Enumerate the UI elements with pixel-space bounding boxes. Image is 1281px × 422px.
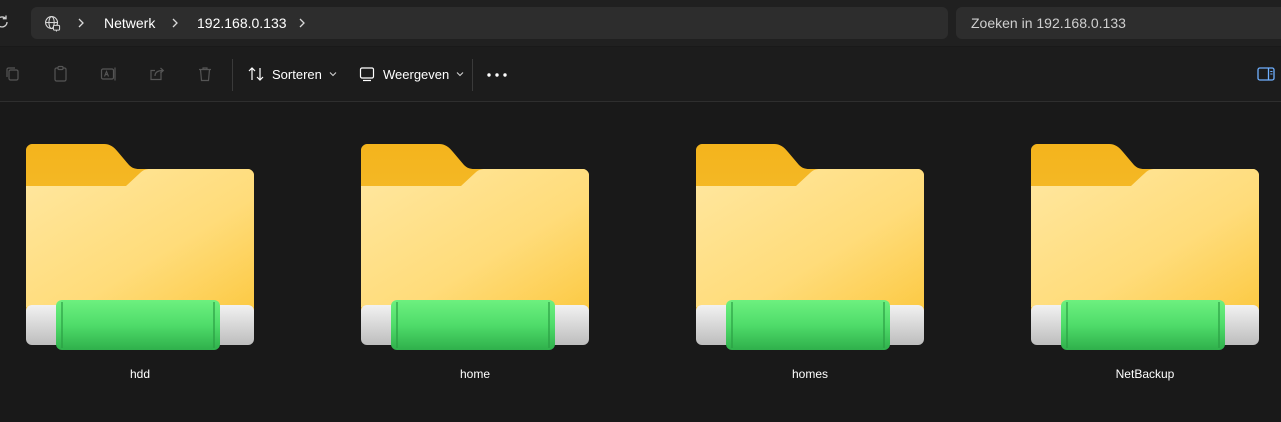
search-input[interactable] xyxy=(956,7,1256,39)
view-label: Weergeven xyxy=(383,66,450,82)
chevron-down-icon xyxy=(329,72,337,77)
breadcrumb[interactable]: Netwerk 192.168.0.133 xyxy=(31,7,948,39)
breadcrumb-item-ip[interactable]: 192.168.0.133 xyxy=(197,15,287,31)
rename-icon[interactable] xyxy=(100,65,118,83)
toolbar-separator xyxy=(472,59,473,91)
folder-item[interactable]: hdd xyxy=(26,142,256,387)
sort-button[interactable]: Sorteren xyxy=(247,59,337,89)
details-pane-icon[interactable] xyxy=(1257,67,1275,81)
refresh-icon[interactable] xyxy=(0,14,10,30)
shared-folder-icon xyxy=(1031,144,1259,350)
folder-name: home xyxy=(459,367,491,381)
command-bar: Sorteren Weergeven xyxy=(0,47,1281,102)
chevron-right-icon[interactable] xyxy=(76,17,86,29)
folder-item[interactable]: NetBackup xyxy=(1031,142,1261,387)
search-box[interactable] xyxy=(956,7,1281,39)
shared-folder-icon xyxy=(696,144,924,350)
share-icon[interactable] xyxy=(148,65,166,83)
folder-item[interactable]: homes xyxy=(696,142,926,387)
paste-icon[interactable] xyxy=(52,65,70,83)
folder-name: NetBackup xyxy=(1115,367,1175,381)
chevron-right-icon[interactable] xyxy=(170,17,180,29)
shared-folder-icon xyxy=(26,144,254,350)
copy-icon[interactable] xyxy=(4,65,22,83)
shared-folder-icon xyxy=(361,144,589,350)
breadcrumb-item-netwerk[interactable]: Netwerk xyxy=(104,15,155,31)
view-button[interactable]: Weergeven xyxy=(358,59,464,89)
more-icon[interactable] xyxy=(486,72,508,78)
chevron-right-icon[interactable] xyxy=(297,17,307,29)
folder-name: homes xyxy=(791,367,829,381)
chevron-down-icon xyxy=(456,72,464,77)
sort-icon xyxy=(248,67,264,81)
folder-name: hdd xyxy=(129,367,151,381)
folder-item[interactable]: home xyxy=(361,142,591,387)
delete-icon[interactable] xyxy=(196,65,214,83)
network-icon xyxy=(45,16,61,32)
address-bar: Netwerk 192.168.0.133 xyxy=(0,0,1281,46)
sort-label: Sorteren xyxy=(272,66,322,82)
toolbar-separator xyxy=(232,59,233,91)
view-icon xyxy=(359,67,375,82)
